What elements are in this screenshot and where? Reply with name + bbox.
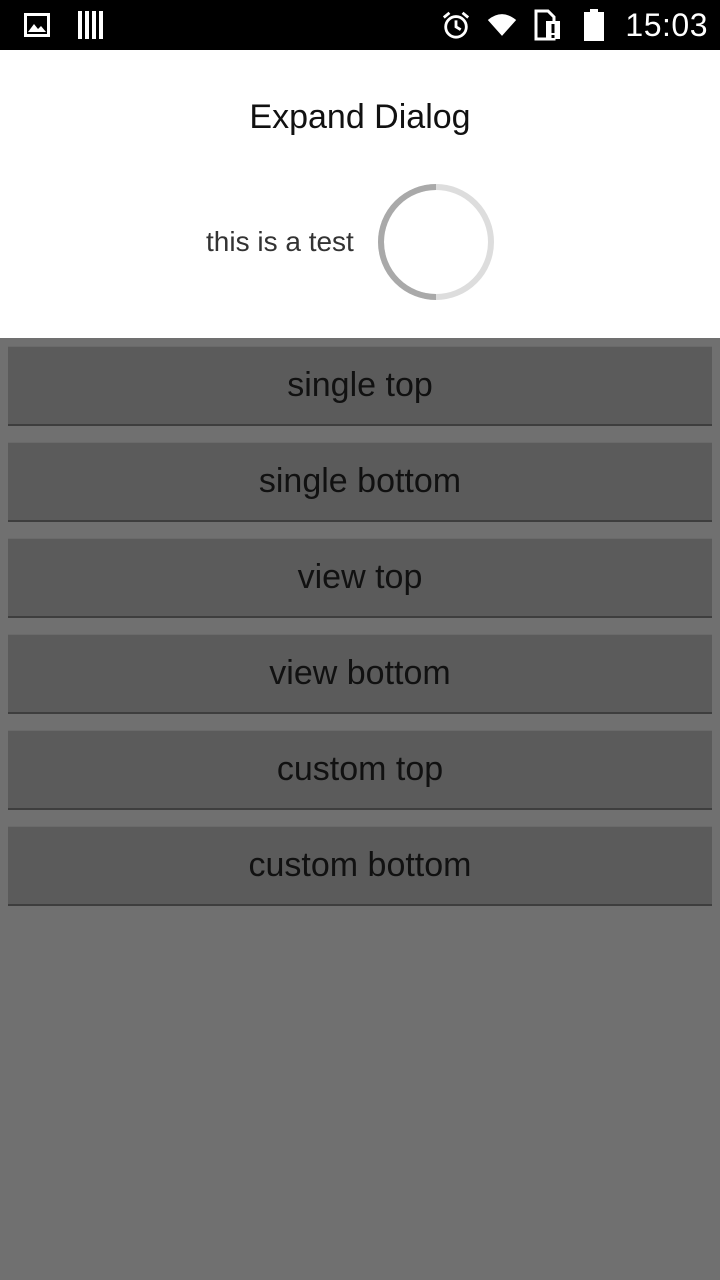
view-top-button[interactable]: view top <box>8 538 712 618</box>
status-clock: 15:03 <box>625 6 708 43</box>
dialog-message: this is a test <box>206 226 354 257</box>
custom-top-button[interactable]: custom top <box>8 730 712 810</box>
sim-alert-icon <box>533 9 563 41</box>
alarm-icon <box>441 10 471 40</box>
custom-bottom-button[interactable]: custom bottom <box>8 826 712 906</box>
dialog-header: Expand Dialog this is a test <box>0 50 720 338</box>
single-bottom-button[interactable]: single bottom <box>8 442 712 522</box>
loading-spinner-icon <box>377 184 494 300</box>
button-list: single top single bottom view top view b… <box>8 346 712 922</box>
status-bar: 15:03 <box>0 0 720 50</box>
image-icon <box>22 10 52 40</box>
barcode-icon <box>76 10 106 40</box>
view-bottom-button[interactable]: view bottom <box>8 634 712 714</box>
wifi-icon <box>487 10 517 40</box>
battery-icon <box>579 9 609 41</box>
dialog-title: Expand Dialog <box>249 98 471 136</box>
single-top-button[interactable]: single top <box>8 346 712 426</box>
